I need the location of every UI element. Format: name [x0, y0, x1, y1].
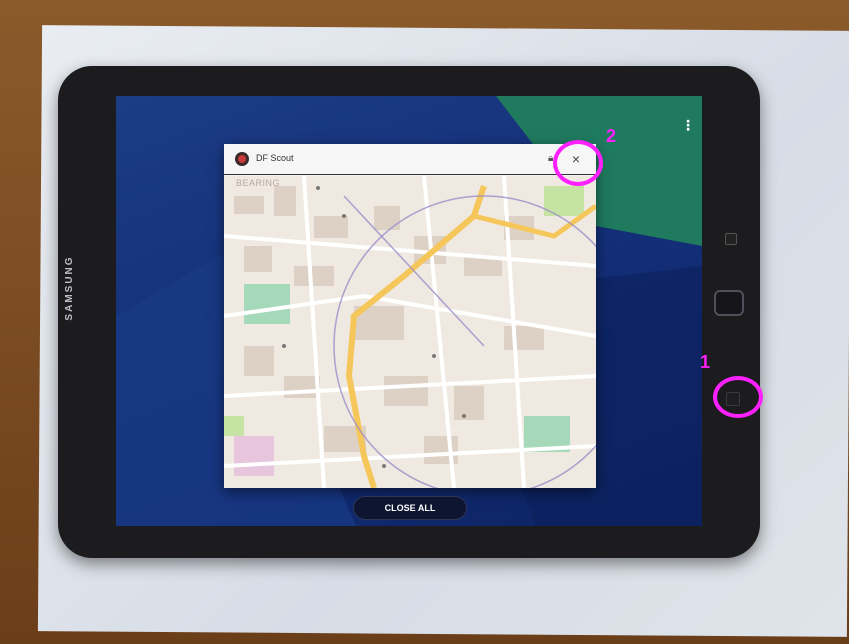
map-graphic — [224, 176, 596, 488]
card-header: DF Scout 🔒︎ × — [224, 144, 596, 175]
back-key[interactable] — [725, 233, 737, 245]
highlight-circle-recent-key — [713, 376, 763, 418]
df-scout-logo-icon — [235, 152, 249, 166]
step-1-label: 1 — [700, 352, 711, 372]
map-preview — [224, 176, 596, 488]
bearing-label: BEARING — [236, 178, 281, 188]
app-title: DF Scout — [256, 153, 294, 163]
brand-label: SAMSUNG — [64, 255, 75, 321]
highlight-circle-close — [553, 140, 603, 186]
step-2-label: 2 — [606, 126, 617, 146]
close-all-button[interactable]: CLOSE ALL — [353, 496, 467, 520]
home-button[interactable] — [714, 290, 744, 316]
recent-app-card[interactable]: DF Scout 🔒︎ × BEARING — [224, 144, 596, 488]
more-vert-icon[interactable]: ⋮ — [681, 118, 695, 132]
